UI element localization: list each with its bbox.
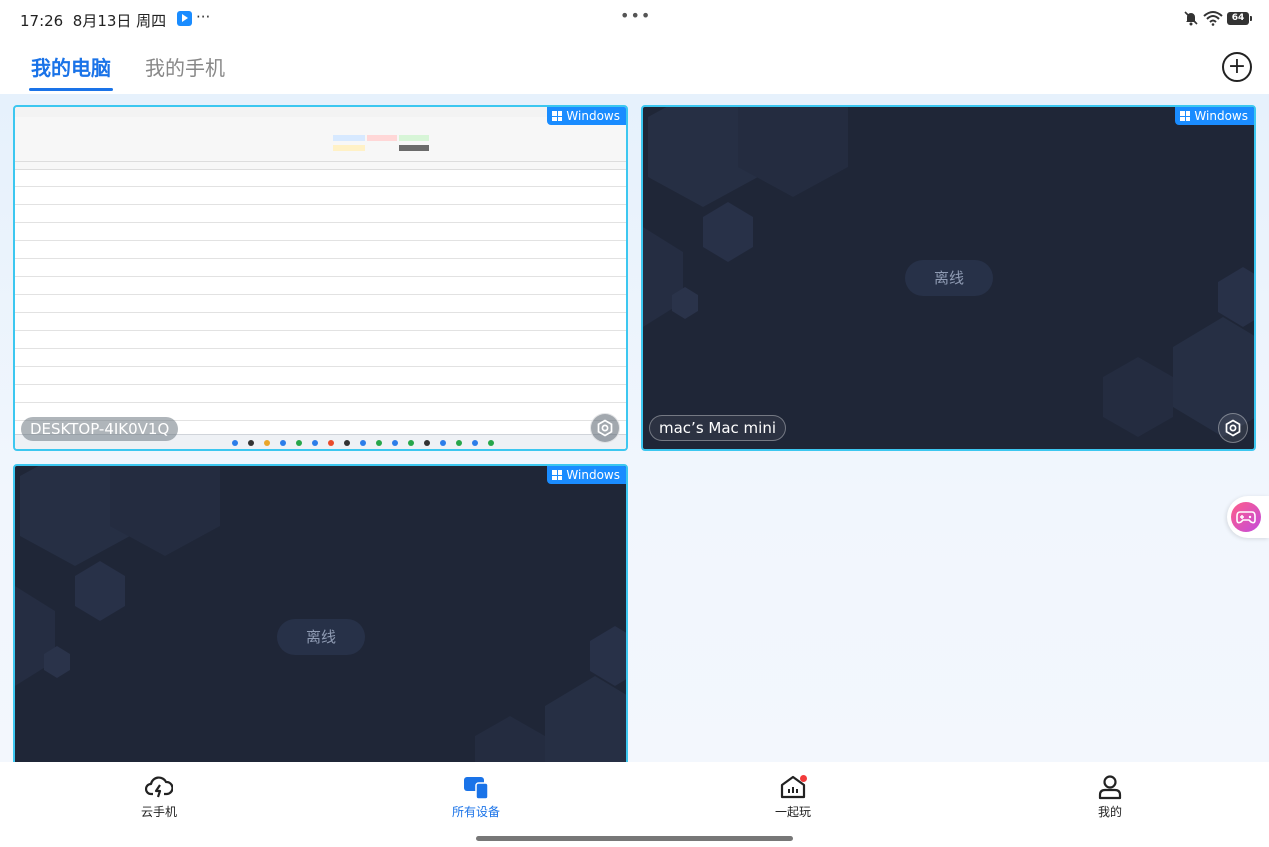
device-card[interactable]: Windows DESKTOP-4IK0V1Q xyxy=(13,105,628,451)
nav-label: 所有设备 xyxy=(451,805,500,819)
status-indicators: 64 xyxy=(1183,10,1252,26)
nav-all-devices[interactable]: 所有设备 xyxy=(431,774,521,820)
top-tabs: 我的电脑 我的手机 xyxy=(0,38,1269,94)
os-badge: Windows xyxy=(1175,107,1254,125)
device-settings-button[interactable] xyxy=(1218,413,1248,443)
plus-icon: + xyxy=(1227,54,1247,79)
device-grid: Windows DESKTOP-4IK0V1Q Windows 离线 mac’s… xyxy=(0,94,1269,762)
device-name-label: DESKTOP-4IK0V1Q xyxy=(21,417,179,441)
bell-muted-icon xyxy=(1184,11,1198,26)
cloud-lightning-icon xyxy=(145,776,173,798)
nav-label: 云手机 xyxy=(140,805,177,819)
nav-play-together[interactable]: 一起玩 xyxy=(748,774,838,820)
settings-icon xyxy=(597,419,613,437)
device-card[interactable]: Windows 离线 xyxy=(13,464,628,762)
windows-logo-icon xyxy=(1180,111,1191,121)
user-icon xyxy=(1098,775,1122,800)
wifi-icon xyxy=(1203,11,1223,26)
hexagon-pattern xyxy=(15,466,626,762)
windows-logo-icon xyxy=(552,111,563,121)
tab-my-computer[interactable]: 我的电脑 xyxy=(29,52,113,91)
spreadsheet-ribbon xyxy=(15,117,626,170)
settings-icon xyxy=(1225,419,1241,437)
nav-label: 我的 xyxy=(1097,805,1122,819)
os-badge: Windows xyxy=(547,107,626,125)
devices-icon xyxy=(464,777,489,800)
status-bar: 17:26 8月13日 周四 ··· ••• 64 xyxy=(0,0,1269,38)
app-notification-icon xyxy=(177,11,192,26)
spreadsheet-grid xyxy=(15,169,626,435)
battery-icon: 64 xyxy=(1227,11,1252,25)
add-device-button[interactable]: + xyxy=(1222,52,1252,82)
device-settings-button[interactable] xyxy=(590,413,620,443)
remote-screen-preview xyxy=(15,107,626,449)
ribbon-controls xyxy=(15,135,626,162)
notification-badge xyxy=(800,775,807,782)
nav-cloud-phone[interactable]: 云手机 xyxy=(114,774,204,820)
device-name-label: mac’s Mac mini xyxy=(649,415,787,441)
offline-status: 离线 xyxy=(905,260,993,296)
multitask-dots[interactable]: ••• xyxy=(620,6,651,25)
offline-status: 离线 xyxy=(277,619,365,655)
bottom-navigation: 云手机 所有设备 一起玩 我的 xyxy=(0,762,1269,847)
spreadsheet-titlebar xyxy=(15,107,626,117)
device-card[interactable]: Windows 离线 mac’s Mac mini xyxy=(641,105,1256,451)
windows-logo-icon xyxy=(552,470,563,480)
floating-game-button[interactable] xyxy=(1227,496,1269,538)
os-badge: Windows xyxy=(547,466,626,484)
nav-label: 一起玩 xyxy=(774,805,811,819)
nav-me[interactable]: 我的 xyxy=(1065,774,1155,820)
status-time: 17:26 8月13日 周四 xyxy=(20,12,167,30)
more-notifications: ··· xyxy=(196,8,211,26)
tab-my-phone[interactable]: 我的手机 xyxy=(145,52,225,81)
gamepad-icon xyxy=(1231,502,1261,532)
home-indicator[interactable] xyxy=(476,836,793,841)
